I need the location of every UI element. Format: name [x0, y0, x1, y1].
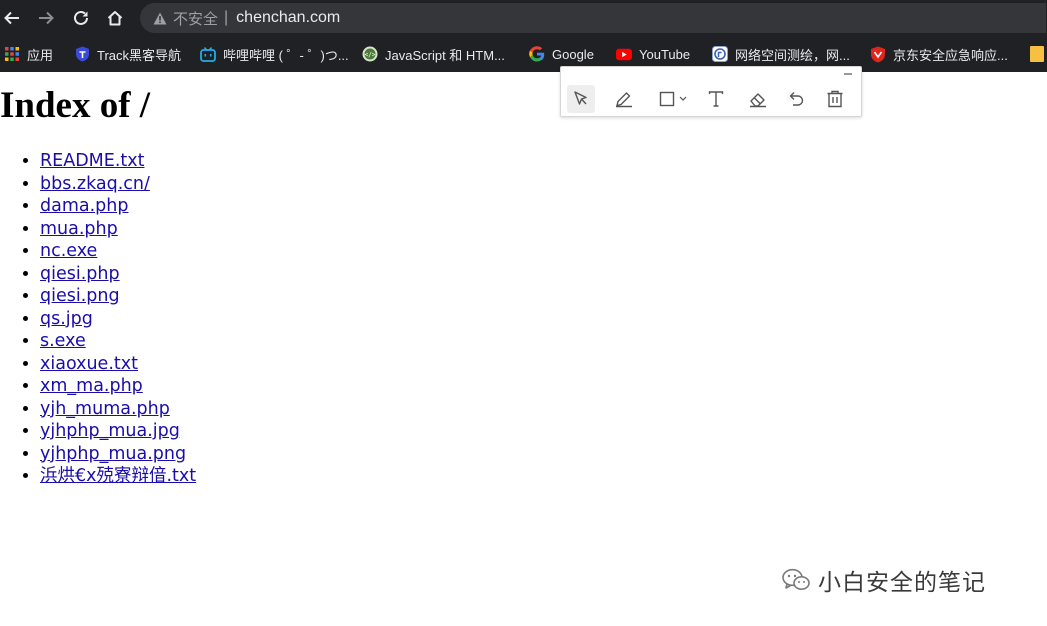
insecure-label[interactable]: 不安全: [173, 8, 218, 29]
trash-icon: [827, 90, 843, 108]
url-text[interactable]: chenchan.com: [236, 9, 340, 27]
undo-button[interactable]: [782, 85, 810, 113]
list-item: yjhphp_mua.png: [40, 443, 196, 466]
list-item: dama.php: [40, 195, 196, 218]
file-link[interactable]: qs.jpg: [40, 309, 93, 329]
shape-tool-button[interactable]: [653, 85, 693, 113]
list-item: xm_ma.php: [40, 375, 196, 398]
browser-toolbar: 不安全 | chenchan.com: [0, 0, 1047, 36]
text-tool-button[interactable]: [702, 85, 730, 113]
apps-grid-icon: [4, 46, 20, 62]
chevron-down-icon: [679, 96, 687, 101]
file-link[interactable]: dama.php: [40, 196, 128, 216]
google-g-icon: [529, 46, 545, 62]
bilibili-tv-icon: [200, 46, 216, 62]
file-link[interactable]: bbs.zkaq.cn/: [40, 174, 150, 194]
list-item: qs.jpg: [40, 308, 196, 331]
select-arrow-icon: [574, 91, 587, 105]
list-item: mua.php: [40, 218, 196, 241]
file-link[interactable]: yjh_muma.php: [40, 399, 170, 419]
warning-triangle-icon: [152, 10, 168, 26]
bookmark-fofa[interactable]: 网络空间测绘，网...: [712, 42, 850, 66]
bookmarks-bar: 应用 Track黑客导航 哔哩哔哩 ( ゜- ゜)つ... </> JavaSc…: [0, 40, 1047, 68]
file-link[interactable]: xiaoxue.txt: [40, 354, 138, 374]
browser-chrome: 不安全 | chenchan.com 应用 Track黑客导航 哔哩哔哩 (゜…: [0, 0, 1047, 72]
minimize-button[interactable]: [843, 67, 853, 79]
wechat-icon: [782, 568, 810, 590]
bookmark-label: Google: [552, 46, 594, 62]
bookmark-folder[interactable]: [1029, 42, 1047, 66]
bookmark-label: YouTube: [639, 46, 691, 62]
list-item: yjh_muma.php: [40, 398, 196, 421]
undo-icon: [789, 92, 804, 106]
list-item: xiaoxue.txt: [40, 353, 196, 376]
bookmark-javascript[interactable]: </> JavaScript 和 HTM...: [362, 42, 505, 66]
file-link[interactable]: README.txt: [40, 151, 144, 171]
address-bar[interactable]: 不安全 | chenchan.com: [140, 3, 1046, 33]
folder-icon: [1029, 46, 1045, 62]
code-globe-icon: </>: [362, 46, 378, 62]
reload-icon: [74, 10, 88, 25]
minimize-icon: [844, 73, 852, 75]
eraser-tool-button[interactable]: [744, 85, 772, 113]
bookmark-label: 应用: [27, 47, 54, 63]
text-tool-icon: [708, 91, 724, 107]
list-item: bbs.zkaq.cn/: [40, 173, 196, 196]
clear-button[interactable]: [821, 85, 849, 113]
forward-arrow-icon: [39, 11, 54, 25]
back-arrow-icon: [4, 11, 19, 25]
bookmark-apps[interactable]: 应用: [4, 42, 53, 66]
file-link[interactable]: xm_ma.php: [40, 376, 143, 396]
shield-badge-icon: [74, 46, 90, 62]
reload-button[interactable]: [69, 6, 93, 30]
file-link[interactable]: 浜烘€х殑寮辩偣.txt: [40, 466, 196, 486]
bookmark-label: 哔哩哔哩 ( ゜- ゜)つ...: [223, 47, 349, 63]
home-button[interactable]: [103, 6, 127, 30]
bookmark-jd-security[interactable]: 京东安全应急响应...: [870, 42, 1008, 66]
file-link[interactable]: yjhphp_mua.jpg: [40, 421, 180, 441]
bookmark-label: Track黑客导航: [97, 47, 182, 63]
file-link[interactable]: s.exe: [40, 331, 86, 351]
list-item: s.exe: [40, 330, 196, 353]
file-link[interactable]: qiesi.png: [40, 286, 120, 306]
annotation-toolbar: [560, 66, 862, 117]
list-item: yjhphp_mua.jpg: [40, 420, 196, 443]
bookmark-bilibili[interactable]: 哔哩哔哩 ( ゜- ゜)つ...: [200, 42, 349, 66]
list-item: qiesi.png: [40, 285, 196, 308]
watermark-text: 小白安全的笔记: [818, 570, 986, 596]
forward-button[interactable]: [34, 6, 58, 30]
file-link[interactable]: qiesi.php: [40, 264, 120, 284]
bookmark-google[interactable]: Google: [529, 42, 594, 66]
url-separator: |: [224, 9, 229, 26]
file-link[interactable]: nc.exe: [40, 241, 97, 261]
list-item: qiesi.php: [40, 263, 196, 286]
list-item: 浜烘€х殑寮辩偣.txt: [40, 465, 196, 488]
bookmark-label: 京东安全应急响应...: [893, 47, 1008, 63]
youtube-play-icon: [616, 46, 632, 62]
bookmark-label: 网络空间测绘，网...: [735, 47, 850, 63]
eraser-icon: [750, 93, 766, 108]
list-item: README.txt: [40, 150, 196, 173]
bookmark-label: JavaScript 和 HTM...: [385, 47, 505, 63]
file-link[interactable]: yjhphp_mua.png: [40, 444, 186, 464]
bookmark-track[interactable]: Track黑客导航: [74, 42, 181, 66]
fofa-icon: [712, 46, 728, 62]
rectangle-icon: [659, 91, 675, 107]
file-listing: README.txt bbs.zkaq.cn/ dama.php mua.php…: [0, 150, 196, 488]
select-tool-button[interactable]: [567, 85, 595, 113]
pen-icon: [616, 92, 632, 108]
svg-text:</>: </>: [365, 52, 376, 59]
file-link[interactable]: mua.php: [40, 219, 118, 239]
page-title: Index of /: [0, 85, 151, 126]
home-icon: [107, 11, 123, 26]
watermark: 小白安全的笔记: [782, 560, 986, 600]
jd-shield-icon: [870, 46, 886, 62]
list-item: nc.exe: [40, 240, 196, 263]
back-button[interactable]: [0, 6, 24, 30]
pen-tool-button[interactable]: [610, 85, 638, 113]
bookmark-youtube[interactable]: YouTube: [616, 42, 690, 66]
